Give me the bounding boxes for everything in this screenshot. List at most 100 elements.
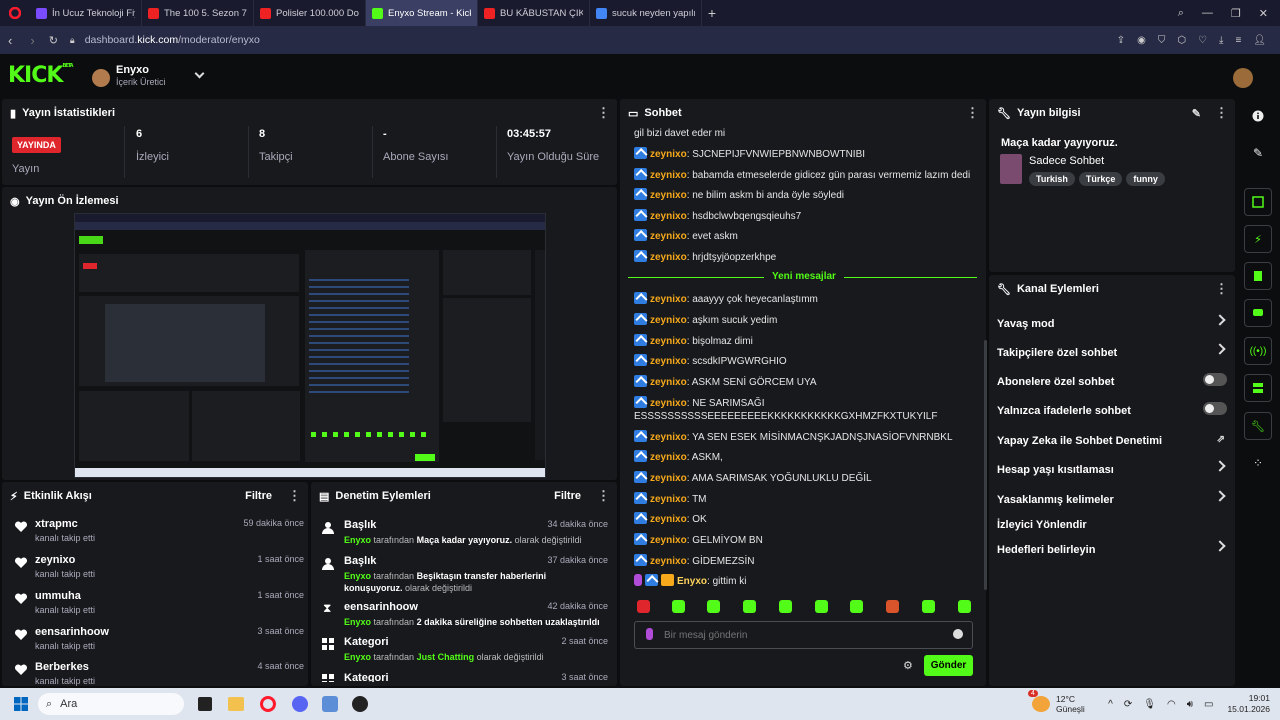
chat-username[interactable]: zeynixo [650,252,687,263]
chat-settings-icon[interactable]: ⚙︎ [903,659,913,672]
send-button[interactable]: Gönder [924,655,973,676]
opera-taskbar-icon[interactable] [260,696,276,712]
activity-menu-icon[interactable]: ⋮ [288,488,301,504]
menu-icon[interactable]: ≡ [1235,35,1241,46]
channel-actions-menu-icon[interactable]: ⋮ [1215,281,1228,297]
chat-username[interactable]: zeynixo [650,315,687,326]
chat-input[interactable] [664,626,934,644]
emote-icon[interactable] [743,600,756,613]
message-icon[interactable] [1244,299,1272,327]
reload-icon[interactable]: ↻ [49,34,58,47]
chat-username[interactable]: zeynixo [650,452,687,463]
stream-preview-video[interactable] [74,213,546,478]
extensions-icon[interactable]: ⬡ [1177,35,1186,46]
activity-filter-button[interactable]: Filtre [245,490,272,502]
back-icon[interactable]: ‹ [8,33,12,48]
activity-username[interactable]: zeynixo [35,554,75,566]
browser-tab[interactable]: The 100 5. Sezon 7. Bölüm [142,0,254,26]
chat-username[interactable]: zeynixo [650,377,687,388]
stream-info-menu-icon[interactable]: ⋮ [1215,105,1228,121]
emote-icon[interactable] [672,600,685,613]
chat-username[interactable]: Enyxo [677,576,707,587]
wifi-icon[interactable]: ◠ [1167,699,1176,710]
chat-menu-icon[interactable]: ⋮ [966,105,979,121]
emote-icon[interactable] [637,600,650,613]
browser-tab[interactable]: Enyxo Stream - Kick Dash [366,0,478,26]
channel-action-item[interactable]: Hesap yaşı kısıtlaması [997,460,1227,476]
pencil-icon[interactable]: ✎ [1244,139,1272,167]
tag[interactable]: Türkçe [1078,172,1123,186]
emote-icon[interactable] [850,600,863,613]
channel-action-item[interactable]: Abonelere özel sohbet [997,373,1227,388]
chat-scrollbar[interactable] [984,340,987,590]
channel-action-item[interactable]: Yavaş mod [997,314,1227,330]
weather-widget[interactable]: 12°C Güneşli [1056,694,1085,714]
toggle-switch[interactable] [1203,402,1227,415]
profile-icon[interactable]: 👤︎ [1253,35,1266,46]
mod-filter-button[interactable]: Filtre [554,490,581,502]
channel-action-item[interactable]: İzleyici Yönlendir [997,519,1227,531]
channel-action-item[interactable]: Takipçilere özel sohbet [997,343,1227,359]
activity-username[interactable]: Berberkes [35,661,89,673]
mic-tray-icon[interactable]: 🎙︎ [1143,699,1156,710]
browser-tab[interactable]: BU KÂBUSTAN ÇIKIŞ VAR [478,0,590,26]
emote-icon[interactable] [886,600,899,613]
emoji-icon[interactable] [953,629,963,639]
channel-action-item[interactable]: Hedefleri belirleyin [997,540,1227,556]
file-explorer-icon[interactable] [228,697,244,711]
emote-icon[interactable] [815,600,828,613]
emote-icon[interactable] [922,600,935,613]
user-avatar[interactable] [1233,68,1253,88]
channel-action-item[interactable]: Yalnızca ifadelerle sohbet [997,402,1227,417]
sync-icon[interactable]: ⟳ [1124,699,1132,710]
discord-icon[interactable] [292,696,308,712]
search-tabs-icon[interactable]: ⌕ [1178,7,1184,20]
activity-item[interactable]: xtrapmc kanalı takip etti 59 dakika önce [8,518,304,552]
shield-icon[interactable]: ⛉ [1158,35,1166,46]
battery-icon[interactable]: ▭ [1204,699,1213,710]
chat-username[interactable]: zeynixo [650,494,687,505]
minimize-icon[interactable]: — [1202,7,1213,20]
chat-username[interactable]: zeynixo [650,514,687,525]
camera-icon[interactable]: ◉ [1137,35,1146,46]
new-tab-icon[interactable]: + [702,5,722,21]
activity-item[interactable]: zeynixo kanalı takip etti 1 saat önce [8,554,304,588]
windows-start-icon[interactable] [14,697,28,711]
chat-username[interactable]: zeynixo [650,294,687,305]
chat-username[interactable]: zeynixo [650,356,687,367]
emote-icon[interactable] [958,600,971,613]
tray-chevron-icon[interactable]: ^ [1108,699,1113,710]
activity-item[interactable]: eensarinhoow kanalı takip etti 3 saat önce [8,626,304,660]
task-view-icon[interactable] [198,697,212,711]
taskbar-search[interactable]: ⌕ Ara [38,693,184,715]
info-icon[interactable] [1244,102,1272,130]
clip-icon[interactable] [1244,188,1272,216]
broadcast-icon[interactable]: ((•)) [1244,337,1272,365]
chat-username[interactable]: zeynixo [650,556,687,567]
maximize-icon[interactable]: ❐ [1231,7,1241,20]
url-field[interactable]: dashboard.kick.com/moderator/enyxo [85,34,260,46]
chat-username[interactable]: zeynixo [650,535,687,546]
emote-icon[interactable] [779,600,792,613]
edit-icon[interactable]: ✎ [1192,107,1201,120]
chat-username[interactable]: zeynixo [650,473,687,484]
mic-icon[interactable] [646,628,653,640]
dots-icon[interactable]: ⁘ [1244,449,1272,477]
layout-icon[interactable] [1244,374,1272,402]
stats-menu-icon[interactable]: ⋮ [597,105,610,121]
chat-username[interactable]: zeynixo [650,149,687,160]
toggle-switch[interactable] [1203,373,1227,386]
forward-icon[interactable]: › [30,33,34,48]
close-window-icon[interactable]: ✕ [1259,7,1268,20]
activity-username[interactable]: eensarinhoow [35,626,109,638]
lightning-icon[interactable]: ⚡︎ [1244,225,1272,253]
activity-username[interactable]: xtrapmc [35,518,78,530]
activity-username[interactable]: ummuha [35,590,81,602]
share-icon[interactable]: ⇪ [1117,35,1125,46]
opera-logo-icon[interactable] [0,0,30,26]
chat-username[interactable]: zeynixo [650,170,687,181]
volume-icon[interactable]: 🔊︎ [1187,699,1193,710]
mod-menu-icon[interactable]: ⋮ [597,488,610,504]
channel-action-item[interactable]: Yapay Zeka ile Sohbet Denetimi ⇗ [997,434,1227,447]
emote-icon[interactable] [707,600,720,613]
